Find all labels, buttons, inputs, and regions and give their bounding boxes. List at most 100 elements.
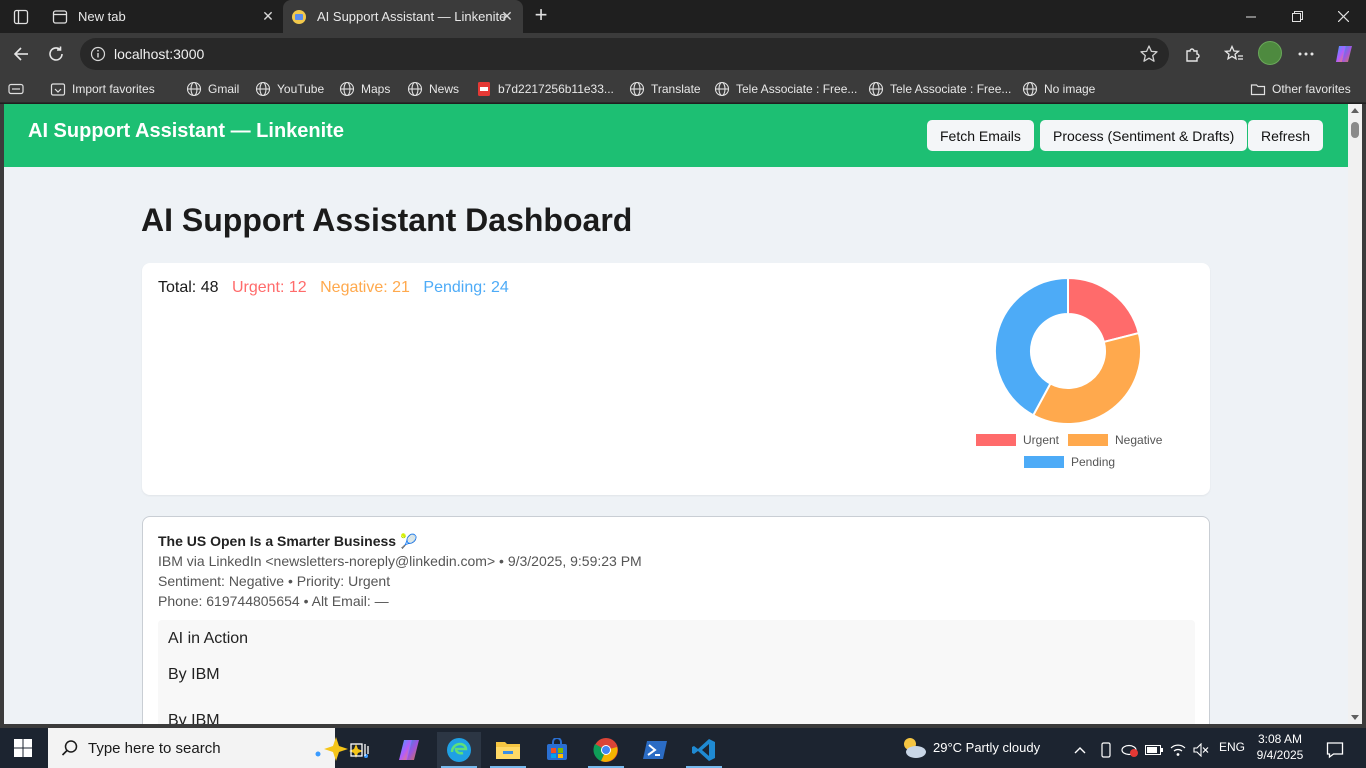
back-arrow-icon: [13, 47, 28, 61]
scroll-down-arrow-icon[interactable]: [1351, 715, 1359, 720]
volume-muted-icon: [1193, 743, 1209, 757]
cloud-error-icon: [1121, 744, 1138, 757]
browser-toolbar: localhost:3000: [0, 33, 1366, 75]
address-bar[interactable]: localhost:3000: [80, 38, 1169, 70]
legend-swatch: [1024, 456, 1064, 468]
taskbar-vscode[interactable]: [682, 732, 726, 768]
folder-icon: [496, 742, 520, 759]
email-contact: Phone: 619744805654 • Alt Email: —: [158, 593, 389, 609]
taskbar-file-explorer[interactable]: [486, 732, 530, 768]
legend-item-negative[interactable]: Negative: [1068, 433, 1162, 447]
address-url: localhost:3000: [114, 46, 205, 62]
favorite-star-icon[interactable]: [1139, 44, 1159, 69]
minimize-button[interactable]: [1228, 0, 1274, 33]
favorite-other-favorites[interactable]: Other favorites: [1250, 80, 1351, 98]
email-body: AI in Action By IBM By IBM: [158, 620, 1195, 724]
favorites-sidebar-toggle[interactable]: [8, 80, 30, 98]
reload-button[interactable]: [43, 41, 69, 67]
refresh-button[interactable]: Refresh: [1248, 120, 1324, 151]
taskbar-search-box[interactable]: Type here to search: [48, 728, 368, 768]
globe-icon: [1022, 81, 1038, 97]
restore-icon: [1291, 11, 1303, 22]
fetch-emails-button[interactable]: Fetch Emails: [927, 120, 1034, 151]
favorite-import[interactable]: Import favorites: [50, 80, 155, 98]
task-view-icon: [350, 743, 369, 757]
profile-avatar[interactable]: [1258, 41, 1282, 65]
favorite-news[interactable]: News: [407, 80, 459, 98]
close-tab-icon[interactable]: ✕: [499, 8, 515, 24]
taskbar-store[interactable]: [535, 732, 579, 768]
favorite-translate[interactable]: Translate: [629, 80, 701, 98]
tray-security[interactable]: [1118, 732, 1142, 768]
taskbar-powershell[interactable]: [633, 732, 677, 768]
tray-battery[interactable]: [1142, 732, 1166, 768]
favorite-tele-associate-1[interactable]: Tele Associate : Free...: [714, 80, 857, 98]
notifications-button[interactable]: [1318, 732, 1352, 768]
vscode-icon: [692, 739, 715, 761]
globe-icon: [255, 81, 271, 97]
tab-label: AI Support Assistant — Linkenite: [317, 9, 507, 24]
favorite-maps[interactable]: Maps: [339, 80, 390, 98]
tablet-icon: [8, 81, 24, 97]
extensions-button[interactable]: [1180, 41, 1206, 67]
favorite-gmail[interactable]: Gmail: [186, 80, 239, 98]
email-body-line: By IBM: [168, 712, 220, 724]
email-sentiment-priority: Sentiment: Negative • Priority: Urgent: [158, 573, 391, 589]
taskbar-copilot[interactable]: [388, 732, 432, 768]
copilot-button[interactable]: [1331, 41, 1357, 67]
app-title: AI Support Assistant — Linkenite: [28, 120, 344, 142]
scrollbar-thumb[interactable]: [1351, 122, 1359, 138]
stats-summary: Total: 48 Urgent: 12 Negative: 21 Pendin…: [158, 279, 518, 297]
start-button[interactable]: [14, 739, 32, 757]
process-sentiment-drafts-button[interactable]: Process (Sentiment & Drafts): [1040, 120, 1248, 151]
windows-taskbar: Type here to search 29°C Partly cloudy E…: [0, 728, 1366, 768]
tray-volume[interactable]: [1189, 732, 1213, 768]
taskbar-edge[interactable]: [437, 732, 481, 768]
settings-more-button[interactable]: [1293, 41, 1319, 67]
close-tab-icon[interactable]: ✕: [260, 8, 276, 24]
clock[interactable]: 3:08 AM 9/4/2025: [1250, 731, 1310, 765]
weather-widget[interactable]: 29°C Partly cloudy: [898, 728, 1058, 768]
puzzle-icon: [1186, 48, 1200, 62]
tab-new-tab[interactable]: New tab ✕: [44, 0, 284, 33]
favorite-pdf[interactable]: b7d2217256b11e33...: [476, 80, 614, 98]
chart-slice-negative[interactable]: [1031, 331, 1142, 425]
edge-icon: [447, 738, 471, 762]
back-button[interactable]: [8, 41, 34, 67]
email-body-line: AI in Action: [168, 630, 249, 647]
stats-card: Total: 48 Urgent: 12 Negative: 21 Pendin…: [142, 263, 1210, 495]
app-header: AI Support Assistant — Linkenite Fetch E…: [4, 104, 1348, 167]
browser-tab-bar: New tab ✕ AI Support Assistant — Linkeni…: [0, 0, 1366, 33]
favorites-button[interactable]: [1221, 41, 1247, 67]
close-window-button[interactable]: [1320, 0, 1366, 33]
favorite-tele-associate-2[interactable]: Tele Associate : Free...: [868, 80, 1011, 98]
legend-item-pending[interactable]: Pending: [1024, 455, 1115, 469]
weather-text: 29°C Partly cloudy: [933, 740, 1041, 755]
new-tab-button[interactable]: +: [530, 4, 552, 27]
tray-network[interactable]: [1166, 732, 1190, 768]
task-view-button[interactable]: [338, 732, 382, 768]
chart-slice-urgent[interactable]: [1067, 277, 1140, 344]
globe-icon: [868, 81, 884, 97]
restore-button[interactable]: [1274, 0, 1320, 33]
email-from: IBM via LinkedIn <newsletters-noreply@li…: [158, 553, 642, 569]
language-indicator[interactable]: ENG: [1219, 740, 1245, 754]
legend-item-urgent[interactable]: Urgent: [976, 433, 1059, 447]
tab-ai-support-assistant[interactable]: AI Support Assistant — Linkenite ✕: [283, 0, 523, 33]
copilot-icon: [1336, 46, 1352, 62]
site-favicon-icon: [291, 9, 307, 25]
tab-actions-button[interactable]: [8, 4, 34, 30]
email-card[interactable]: The US Open Is a Smarter Business 🎾 IBM …: [142, 516, 1210, 724]
status-doughnut-chart: [994, 277, 1142, 425]
page-scrollbar[interactable]: [1348, 104, 1362, 724]
favorite-no-image[interactable]: No image: [1022, 80, 1095, 98]
chrome-icon: [593, 738, 618, 762]
show-hidden-icons-button[interactable]: [1066, 732, 1094, 768]
favorite-youtube[interactable]: YouTube: [255, 80, 324, 98]
stat-total: Total: 48: [158, 279, 219, 296]
minimize-icon: [1246, 16, 1256, 17]
tray-device[interactable]: [1094, 732, 1118, 768]
taskbar-chrome[interactable]: [584, 732, 628, 768]
site-info-icon[interactable]: [90, 46, 106, 67]
scroll-up-arrow-icon[interactable]: [1351, 108, 1359, 113]
